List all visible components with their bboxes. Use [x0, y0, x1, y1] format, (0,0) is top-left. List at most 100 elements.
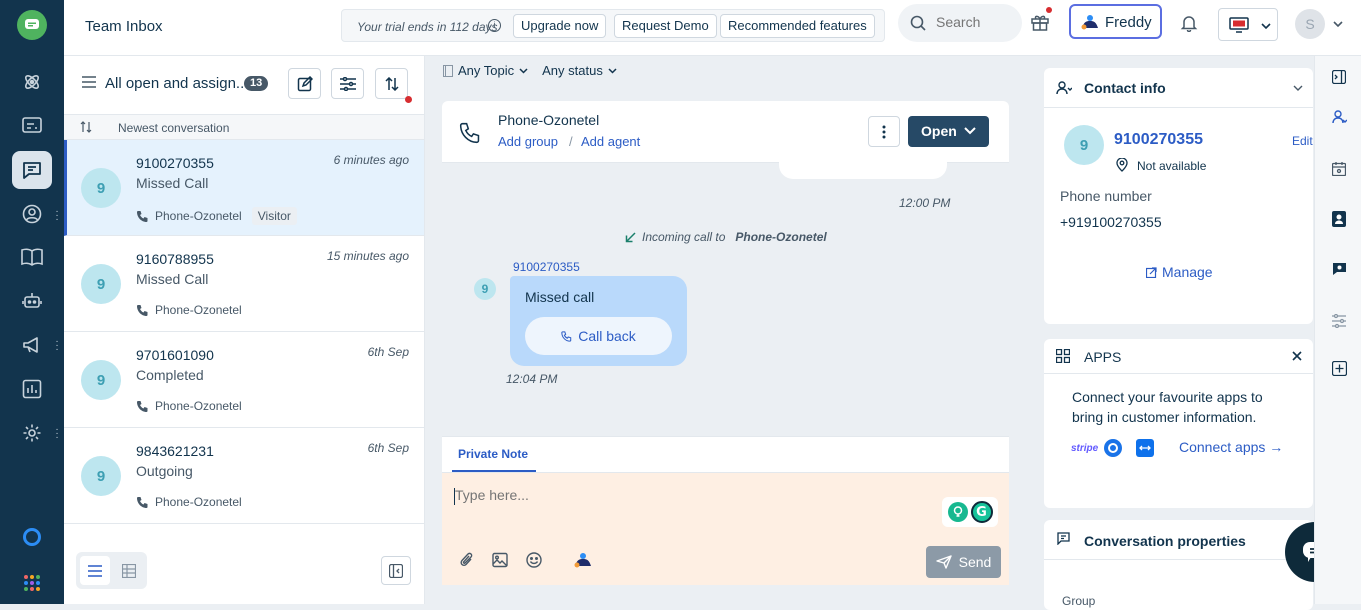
chevron-down-icon: [964, 127, 976, 135]
freddy-label: Freddy: [1105, 14, 1152, 31]
sort-arrows-icon: [384, 76, 399, 91]
new-conversation-button[interactable]: [288, 68, 321, 99]
add-group-link[interactable]: Add group: [498, 134, 558, 149]
image-icon[interactable]: [492, 552, 508, 568]
freddy-button[interactable]: Freddy: [1069, 4, 1162, 39]
collapse-panel-icon: [389, 563, 403, 578]
edit-contact-link[interactable]: Edit: [1292, 134, 1313, 148]
conversation-status: Missed Call: [136, 175, 209, 191]
status-dropdown[interactable]: [1218, 8, 1278, 41]
chat-pane: Any Topic Any status Phone-Ozonetel Add …: [425, 56, 1027, 604]
sort-order-icon[interactable]: [80, 121, 92, 133]
topic-filter[interactable]: Any Topic: [443, 63, 528, 78]
lightbulb-icon[interactable]: [947, 502, 968, 522]
sort-label[interactable]: Newest conversation: [118, 121, 229, 135]
bot-icon[interactable]: [12, 282, 52, 320]
tab-private-note[interactable]: Private Note: [458, 447, 528, 461]
contact-info-header[interactable]: Contact info: [1044, 68, 1313, 108]
user-avatar[interactable]: S: [1295, 9, 1325, 39]
view-toggle: [76, 552, 147, 589]
gift-icon[interactable]: [1030, 7, 1052, 35]
inbox-filter-label[interactable]: All open and assign...: [105, 75, 248, 92]
info-icon[interactable]: i: [488, 19, 501, 32]
campaigns-icon[interactable]: [12, 326, 52, 364]
status-filter[interactable]: Any status: [542, 63, 617, 78]
note-editor: G Send: [442, 473, 1009, 585]
knowledge-base-icon[interactable]: [12, 238, 52, 276]
connect-apps-link[interactable]: Connect apps →: [1179, 439, 1283, 455]
properties-sliders-icon[interactable]: [1330, 312, 1348, 330]
conversation-properties-header[interactable]: Conversation properties: [1044, 520, 1313, 560]
conversation-item[interactable]: 9 9701601090 Completed 6th Sep Phone-Ozo…: [64, 332, 424, 428]
settings-more-icon[interactable]: · · ·: [55, 425, 59, 443]
contact-number: 9100270355: [136, 155, 214, 171]
conversation-count-badge: 13: [244, 76, 269, 91]
call-back-button[interactable]: Call back: [525, 317, 672, 355]
manage-contact-button[interactable]: Manage: [1146, 264, 1213, 280]
list-view-button[interactable]: [80, 556, 110, 585]
contact-avatar: 9: [81, 168, 121, 208]
app-switcher-icon[interactable]: [12, 564, 52, 602]
dashboard-icon[interactable]: [12, 63, 52, 101]
calendar-icon[interactable]: [1330, 160, 1348, 178]
chat-filters: Any Topic Any status: [443, 63, 617, 78]
status-open-label: Open: [921, 123, 957, 139]
reports-board-icon[interactable]: [12, 107, 52, 145]
hamburger-menu-icon[interactable]: [82, 76, 96, 88]
contact-card-icon: [1056, 81, 1072, 95]
contacts-icon[interactable]: [12, 195, 52, 233]
contact-info-nav-icon[interactable]: [1330, 108, 1348, 126]
send-icon: [935, 555, 952, 569]
send-button[interactable]: Send: [926, 546, 1001, 578]
conversation-item[interactable]: 9 9843621231 Outgoing 6th Sep Phone-Ozon…: [64, 428, 424, 524]
collapse-right-panel-icon[interactable]: [1330, 68, 1348, 86]
request-demo-button[interactable]: Request Demo: [614, 14, 717, 38]
freshchat-logo[interactable]: [12, 6, 52, 44]
search-box[interactable]: [898, 4, 1022, 42]
analytics-icon[interactable]: [12, 370, 52, 408]
conversation-item[interactable]: 9 9100270355 Missed Call 6 minutes ago P…: [64, 140, 424, 236]
contact-card-nav-icon[interactable]: [1330, 210, 1348, 228]
contact-number[interactable]: 9100270355: [1114, 131, 1203, 149]
incoming-arrow-icon: [625, 231, 636, 242]
notifications-bell-icon[interactable]: [1180, 14, 1198, 35]
status-open-button[interactable]: Open: [908, 116, 989, 147]
contact-number: 9701601090: [136, 347, 214, 363]
collapse-pane-button[interactable]: [381, 556, 411, 585]
add-agent-link[interactable]: Add agent: [581, 134, 640, 149]
attachment-icon[interactable]: [460, 552, 474, 568]
contacts-more-icon[interactable]: · · ·: [55, 207, 59, 225]
recommended-features-button[interactable]: Recommended features: [720, 14, 875, 38]
close-icon[interactable]: [1292, 351, 1302, 361]
properties-chat-icon: [1057, 532, 1070, 545]
user-menu-chevron-icon[interactable]: [1333, 20, 1343, 28]
phone-icon: [137, 496, 148, 508]
table-view-button[interactable]: [114, 556, 144, 585]
more-options-button[interactable]: [868, 116, 900, 147]
freddy-ring-icon[interactable]: [12, 518, 52, 556]
teamviewer-icon[interactable]: [1136, 439, 1154, 457]
emoji-icon[interactable]: [526, 552, 542, 568]
campaigns-more-icon[interactable]: · · ·: [55, 337, 59, 355]
conversation-time: 6th Sep: [367, 441, 409, 455]
settings-gear-icon[interactable]: [12, 414, 52, 452]
search-input[interactable]: [936, 14, 1016, 30]
phone-number-label: Phone number: [1060, 188, 1152, 204]
bot-chat-nav-icon[interactable]: [1330, 260, 1348, 278]
inbox-icon[interactable]: [12, 151, 52, 189]
sort-button[interactable]: [375, 68, 412, 103]
add-app-icon[interactable]: [1330, 359, 1348, 377]
message-input[interactable]: [455, 487, 915, 503]
conversation-item[interactable]: 9 9160788955 Missed Call 15 minutes ago …: [64, 236, 424, 332]
sender-avatar: 9: [474, 278, 496, 300]
channel-row: Phone-Ozonetel: [136, 303, 242, 317]
filter-settings-button[interactable]: [331, 68, 364, 99]
stripe-logo[interactable]: stripe: [1071, 443, 1098, 454]
calendly-icon[interactable]: [1104, 439, 1122, 457]
grammarly-icon[interactable]: G: [970, 501, 993, 523]
page-title: Team Inbox: [85, 18, 163, 35]
freddy-assist-icon[interactable]: [574, 552, 592, 568]
upgrade-now-button[interactable]: Upgrade now: [513, 14, 607, 38]
previous-message-time: 12:00 PM: [899, 196, 951, 210]
message-time: 12:04 PM: [506, 372, 558, 386]
